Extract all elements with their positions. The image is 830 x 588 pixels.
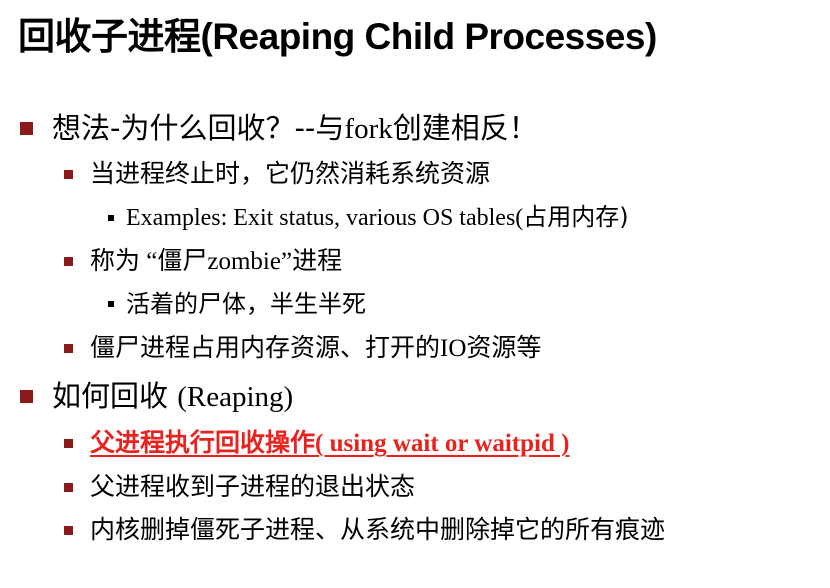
bullet-level2-item: 内核删掉僵死子进程、从系统中删除掉它的所有痕迹 [64, 512, 665, 548]
bullet-square-icon [64, 439, 73, 448]
bullet-text-segment: 资源等 [466, 333, 542, 362]
bullet-square-icon [64, 344, 73, 353]
bullet-text: 僵尸进程占用内存资源、打开的IO资源等 [90, 330, 541, 367]
bullet-text: 活着的尸体，半生半死 [126, 287, 366, 321]
bullet-text-segment: 当进程终止时，它仍然消耗系统资源 [90, 159, 491, 188]
bullet-text-segment: 创建相反！ [392, 111, 538, 145]
bullet-text-segment: 称为 “ [90, 248, 158, 275]
slide: 回收子进程(Reaping Child Processes) 想法-为什么回收？… [0, 0, 830, 588]
bullet-level2-item: 父进程执行回收操作( using wait or waitpid ) [64, 425, 569, 462]
bullet-square-icon [20, 390, 33, 403]
bullet-level1-item: 如何回收 (Reaping) [20, 376, 293, 417]
bullet-square-icon [64, 257, 73, 266]
bullet-level2-item: 当进程终止时，它仍然消耗系统资源 [64, 156, 490, 192]
bullet-text-segment: 父进程收到子进程的退出状态 [90, 472, 416, 501]
bullet-text: 父进程执行回收操作( using wait or waitpid ) [90, 425, 569, 462]
bullet-text-segment: 想法-为什么回收？--与 [52, 111, 345, 145]
bullet-text-segment: (Reaping) [177, 381, 294, 413]
bullet-level3-item: 活着的尸体，半生半死 [108, 287, 366, 321]
bullet-text: 想法-为什么回收？--与fork创建相反！ [52, 108, 538, 149]
bullet-level2-item: 父进程收到子进程的退出状态 [64, 469, 415, 505]
bullet-text-segment: 僵尸进程占用内存资源、打开的 [90, 333, 441, 362]
bullet-text-segment: 活着的尸体，半生半死 [126, 290, 366, 318]
bullet-text: 称为 “僵尸zombie”进程 [90, 243, 342, 280]
bullet-text: 内核删掉僵死子进程、从系统中删除掉它的所有痕迹 [90, 512, 665, 548]
bullet-text-segment: ( using wait or waitpid ) [315, 430, 570, 457]
bullet-text: Examples: Exit status, various OS tables… [126, 200, 629, 235]
bullet-text-segment: zombie” [207, 248, 293, 275]
bullet-level2-item: 僵尸进程占用内存资源、打开的IO资源等 [64, 330, 541, 367]
bullet-square-icon [20, 122, 33, 135]
bullet-text-segment: 占用内存) [523, 203, 629, 231]
bullet-square-icon [108, 301, 114, 307]
bullet-text-segment: 如何回收 [52, 379, 178, 413]
bullet-text: 父进程收到子进程的退出状态 [90, 469, 415, 505]
bullet-text-segment: IO [440, 335, 467, 362]
bullet-text-segment: 僵尸 [157, 246, 208, 275]
bullet-square-icon [64, 169, 73, 179]
bullet-text: 如何回收 (Reaping) [52, 376, 293, 417]
bullet-level1-item: 想法-为什么回收？--与fork创建相反！ [20, 108, 538, 149]
bullet-text-segment: Examples: Exit status, various OS tables… [126, 205, 524, 231]
slide-title: 回收子进程(Reaping Child Processes) [18, 16, 657, 57]
bullet-square-icon [64, 482, 73, 492]
bullet-text-segment: 进程 [292, 246, 343, 275]
bullet-text: 当进程终止时，它仍然消耗系统资源 [90, 156, 490, 192]
bullet-text-segment: 父进程执行回收操作 [90, 428, 316, 457]
bullet-text-segment: fork [344, 113, 393, 145]
bullet-square-icon [64, 525, 73, 535]
bullet-level3-item: Examples: Exit status, various OS tables… [108, 200, 629, 235]
bullet-level2-item: 称为 “僵尸zombie”进程 [64, 243, 342, 280]
bullet-text-segment: 内核删掉僵死子进程、从系统中删除掉它的所有痕迹 [90, 515, 666, 544]
bullet-square-icon [108, 214, 114, 221]
